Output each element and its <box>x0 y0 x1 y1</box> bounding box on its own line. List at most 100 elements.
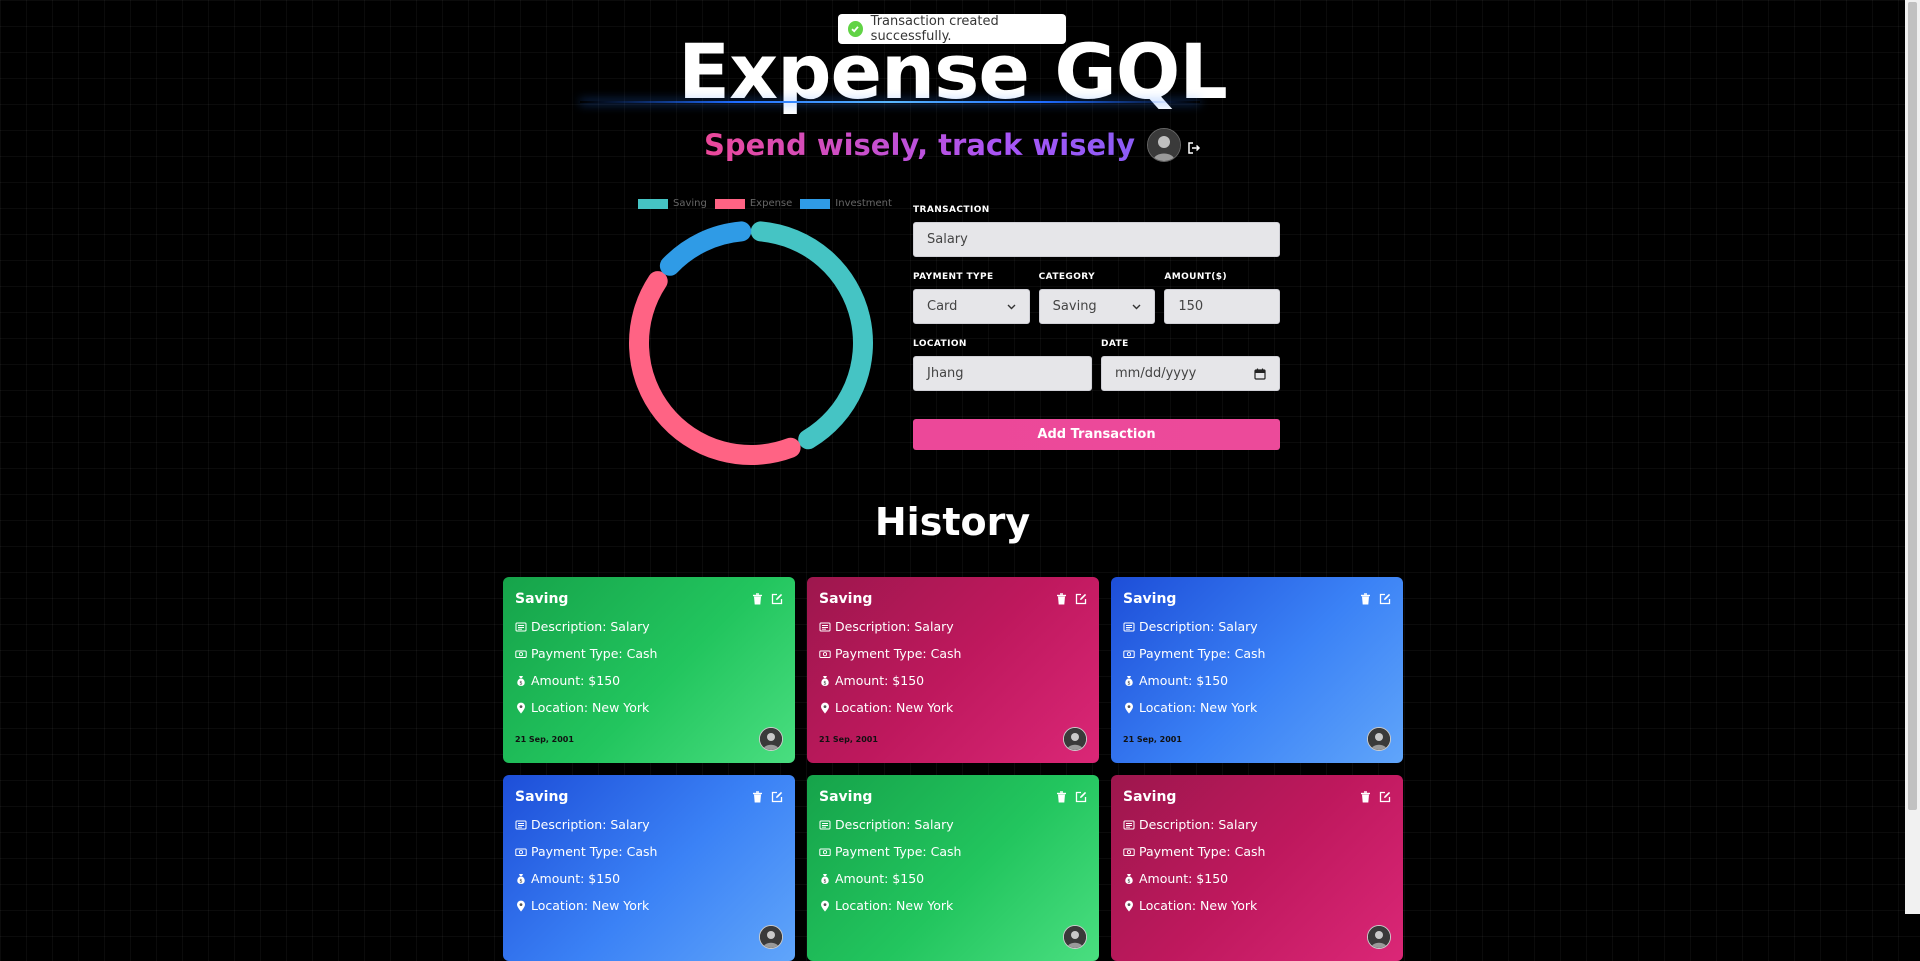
transaction-card: Saving Description: Salary Payment Type: C… <box>807 775 1099 961</box>
edit-icon[interactable] <box>771 791 783 803</box>
edit-icon[interactable] <box>1075 593 1087 605</box>
card-date: 21 Sep, 2001 <box>819 734 878 744</box>
card-actions <box>1048 791 1087 803</box>
trash-icon[interactable] <box>752 593 763 605</box>
description-icon <box>819 819 831 831</box>
legend-item-investment[interactable]: Investment <box>800 198 892 209</box>
page-scrollbar[interactable] <box>1905 0 1920 914</box>
card-category: Saving <box>819 591 873 607</box>
svg-text:$: $ <box>519 680 522 686</box>
date-input[interactable]: mm/dd/yyyy <box>1101 356 1280 391</box>
legend-item-saving[interactable]: Saving <box>638 198 707 209</box>
card-location: Location: New York <box>835 898 954 913</box>
card-header: Saving <box>515 787 783 807</box>
money-bag-icon: $ <box>1123 873 1135 885</box>
card-payment-type: Payment Type: Cash <box>1139 646 1266 661</box>
legend-label: Expense <box>749 198 793 209</box>
card-footer: 21 Sep, 2001 <box>819 727 1087 751</box>
card-user-avatar <box>1367 925 1391 949</box>
money-bag-icon: $ <box>819 675 831 687</box>
edit-icon[interactable] <box>1075 791 1087 803</box>
card-footer: 21 Sep, 2001 <box>1123 727 1391 751</box>
card-header: Saving <box>1123 589 1391 609</box>
chart-legend: Saving Expense Investment <box>638 198 900 209</box>
card-user-avatar <box>1367 727 1391 751</box>
cash-icon <box>819 648 831 660</box>
transaction-card: Saving Description: Salary Payment Type: C… <box>1111 577 1403 763</box>
card-header: Saving <box>1123 787 1391 807</box>
category-select[interactable]: Saving <box>1038 289 1156 324</box>
user-photo-icon <box>1148 129 1180 161</box>
user-avatar[interactable] <box>1147 128 1181 162</box>
card-footer <box>515 925 783 949</box>
cash-icon <box>1123 846 1135 858</box>
amount-input[interactable]: 150 <box>1164 289 1281 324</box>
app-title: Expense GQL <box>678 27 1228 116</box>
doughnut-segment-expense[interactable] <box>629 271 801 465</box>
description-icon <box>515 621 527 633</box>
card-user-avatar <box>1063 925 1087 949</box>
card-actions <box>1352 593 1391 605</box>
card-category: Saving <box>515 591 569 607</box>
description-icon <box>1123 819 1135 831</box>
card-description: Description: Salary <box>1139 817 1258 832</box>
cash-icon <box>819 846 831 858</box>
logout-icon[interactable] <box>1187 140 1201 159</box>
payment-type-select[interactable]: Card <box>913 289 1030 324</box>
card-date: 21 Sep, 2001 <box>1123 734 1182 744</box>
amount-label: AMOUNT($) <box>1164 272 1227 282</box>
svg-text:$: $ <box>1127 680 1130 686</box>
trash-icon[interactable] <box>1360 593 1371 605</box>
title-glow-divider <box>580 101 1200 103</box>
chevron-down-icon <box>1007 304 1016 309</box>
scrollbar-thumb[interactable] <box>1908 2 1917 810</box>
card-amount: Amount: $150 <box>835 673 925 688</box>
cash-icon <box>515 648 527 660</box>
card-location: Location: New York <box>1139 700 1258 715</box>
calendar-icon[interactable] <box>1254 368 1266 380</box>
card-footer <box>819 925 1087 949</box>
card-payment-type: Payment Type: Cash <box>531 646 658 661</box>
card-header: Saving <box>819 787 1087 807</box>
transaction-input[interactable]: Salary <box>913 222 1280 257</box>
card-description: Description: Salary <box>835 619 954 634</box>
card-actions <box>744 593 783 605</box>
edit-icon[interactable] <box>771 593 783 605</box>
edit-icon[interactable] <box>1379 593 1391 605</box>
card-description: Description: Salary <box>1139 619 1258 634</box>
description-icon <box>819 621 831 633</box>
category-doughnut-chart[interactable] <box>620 212 882 474</box>
card-category: Saving <box>515 789 569 805</box>
history-title: History <box>874 500 1031 544</box>
date-label: DATE <box>1101 339 1129 349</box>
card-actions <box>1048 593 1087 605</box>
card-amount: Amount: $150 <box>1139 871 1229 886</box>
card-user-avatar <box>759 727 783 751</box>
map-pin-icon <box>819 900 831 912</box>
svg-text:$: $ <box>519 878 522 884</box>
card-payment-type: Payment Type: Cash <box>531 844 658 859</box>
trash-icon[interactable] <box>1360 791 1371 803</box>
doughnut-segment-investment[interactable] <box>659 221 752 276</box>
card-location: Location: New York <box>1139 898 1258 913</box>
doughnut-segment-saving[interactable] <box>750 221 873 450</box>
money-bag-icon: $ <box>515 873 527 885</box>
chevron-down-icon <box>1132 304 1141 309</box>
edit-icon[interactable] <box>1379 791 1391 803</box>
trash-icon[interactable] <box>1056 593 1067 605</box>
legend-item-expense[interactable]: Expense <box>714 198 793 209</box>
transaction-card: Saving Description: Salary Payment Type: C… <box>807 577 1099 763</box>
location-input[interactable]: Jhang <box>913 356 1092 391</box>
card-footer <box>1123 925 1391 949</box>
card-header: Saving <box>819 589 1087 609</box>
map-pin-icon <box>1123 900 1135 912</box>
subtitle-row: Spend wisely, track wisely <box>0 128 1905 162</box>
add-transaction-button[interactable]: Add Transaction <box>913 419 1280 450</box>
card-amount: Amount: $150 <box>531 673 621 688</box>
trash-icon[interactable] <box>1056 791 1067 803</box>
svg-text:$: $ <box>823 680 826 686</box>
card-location: Location: New York <box>531 898 650 913</box>
card-location: Location: New York <box>531 700 650 715</box>
trash-icon[interactable] <box>752 791 763 803</box>
location-label: LOCATION <box>913 339 967 349</box>
